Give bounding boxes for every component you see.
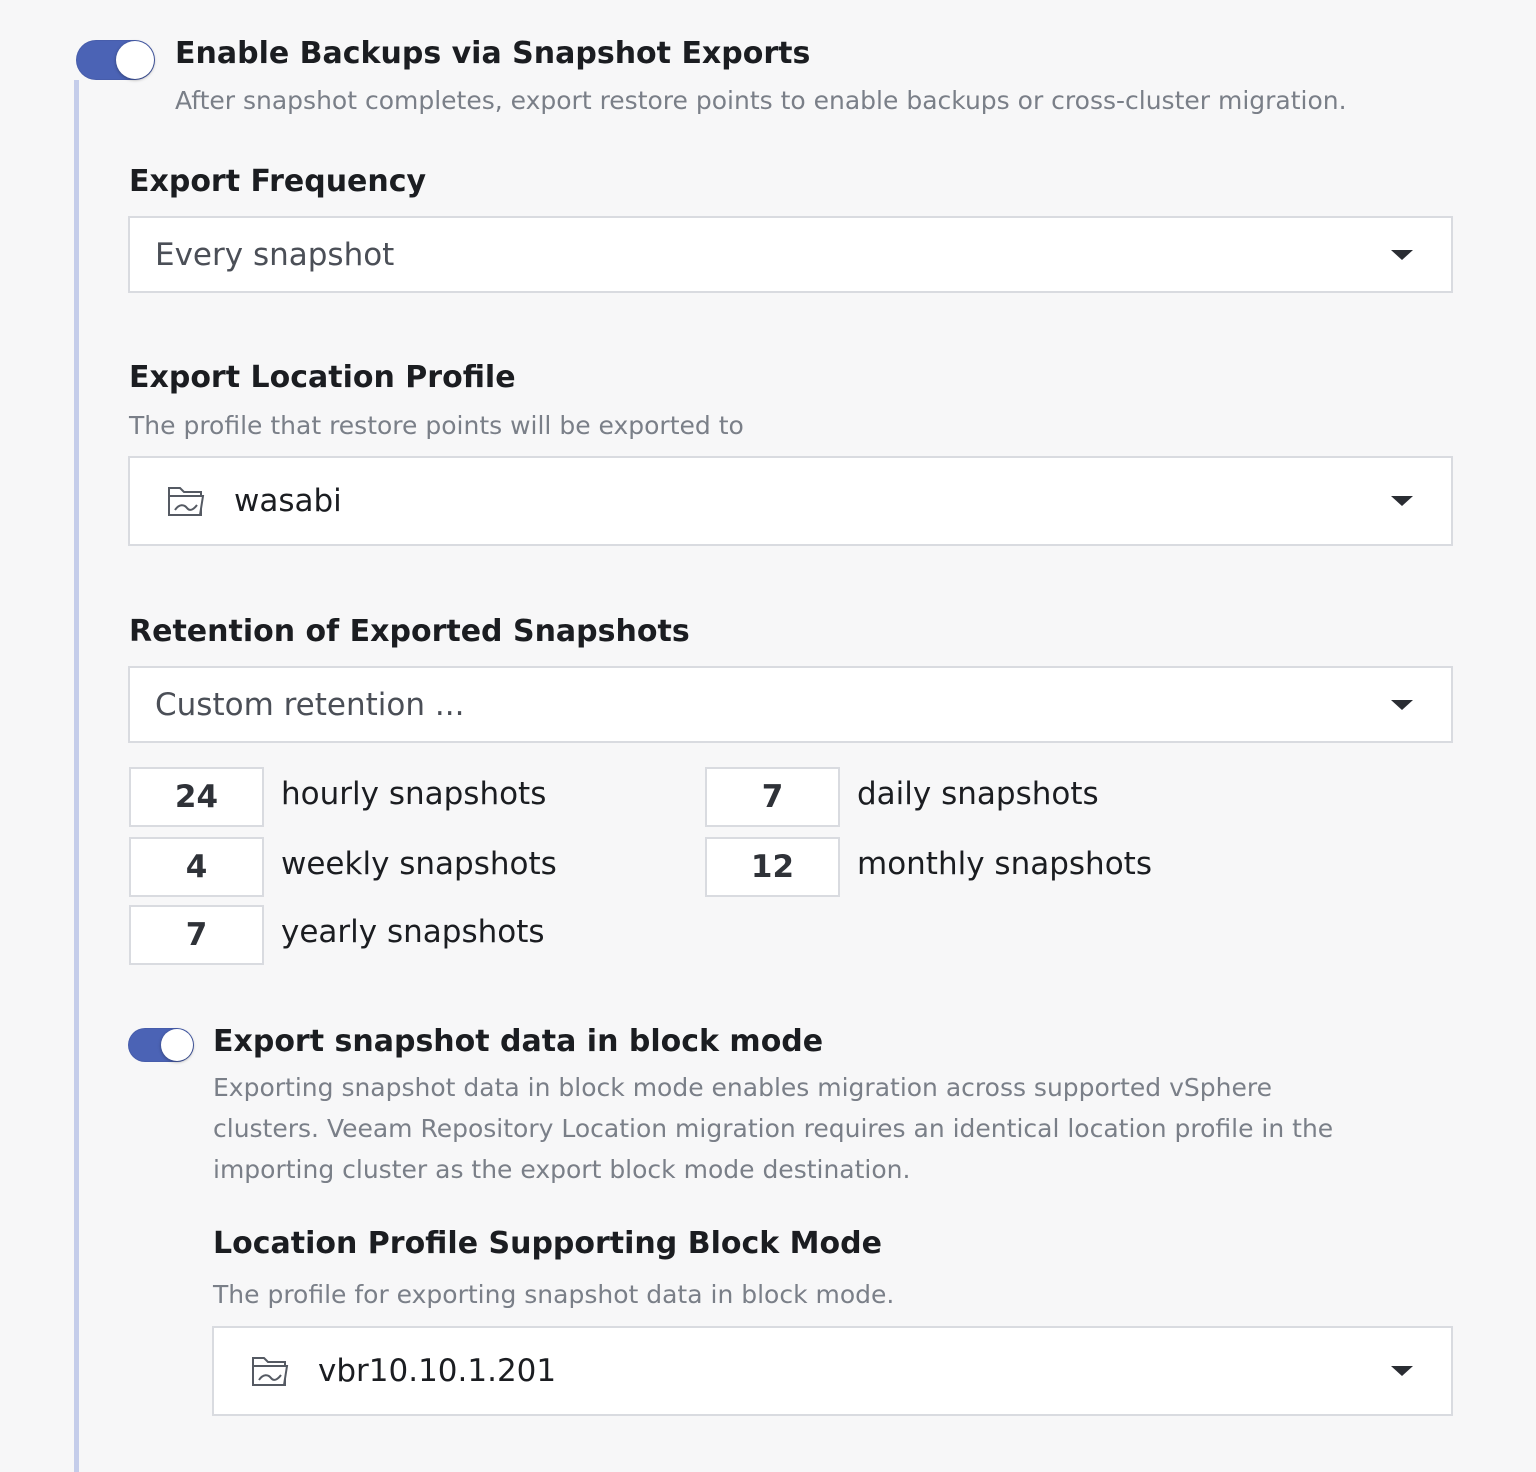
weekly-count-input[interactable]: 4 [129,837,264,897]
hourly-label: hourly snapshots [281,776,547,812]
monthly-label: monthly snapshots [857,846,1152,882]
chevron-down-icon [1391,699,1413,710]
chevron-down-icon [1391,1366,1413,1376]
retention-label: Retention of Exported Snapshots [129,614,690,649]
retention-select[interactable]: Custom retention ... [128,666,1453,743]
toggle-knob [116,41,154,79]
yearly-label: yearly snapshots [281,914,545,950]
daily-count-input[interactable]: 7 [705,767,840,827]
export-location-value: wasabi [234,483,342,519]
block-mode-title: Export snapshot data in block mode [213,1024,824,1059]
folder-icon [252,1357,289,1386]
block-mode-toggle[interactable] [128,1028,194,1062]
block-mode-description-line-1: Exporting snapshot data in block mode en… [213,1073,1272,1102]
block-profile-label: Location Profile Supporting Block Mode [213,1226,882,1261]
block-profile-select[interactable]: vbr10.10.1.201 [212,1326,1453,1416]
yearly-count-input[interactable]: 7 [129,905,264,965]
block-profile-value: vbr10.10.1.201 [318,1353,557,1389]
weekly-label: weekly snapshots [281,846,557,882]
enable-backups-description: After snapshot completes, export restore… [175,86,1347,115]
chevron-down-icon [1391,496,1413,506]
export-location-select[interactable]: wasabi [128,456,1453,546]
daily-label: daily snapshots [857,776,1099,812]
block-mode-description-line-2: clusters. Veeam Repository Location migr… [213,1114,1334,1143]
export-location-label: Export Location Profile [129,360,516,395]
chevron-down-icon [1391,249,1413,260]
folder-icon [168,487,205,516]
retention-value: Custom retention ... [155,686,465,723]
enable-backups-toggle[interactable] [76,40,155,80]
hourly-count-input[interactable]: 24 [129,767,264,827]
block-mode-description-line-3: importing cluster as the export block mo… [213,1155,911,1184]
section-rail [74,80,79,1472]
export-location-description: The profile that restore points will be … [129,411,744,440]
enable-backups-title: Enable Backups via Snapshot Exports [175,36,811,71]
monthly-count-input[interactable]: 12 [705,837,840,897]
export-frequency-label: Export Frequency [129,164,427,199]
export-frequency-value: Every snapshot [155,236,395,273]
block-profile-description: The profile for exporting snapshot data … [213,1280,895,1309]
toggle-knob [161,1029,193,1061]
export-frequency-select[interactable]: Every snapshot [128,216,1453,293]
